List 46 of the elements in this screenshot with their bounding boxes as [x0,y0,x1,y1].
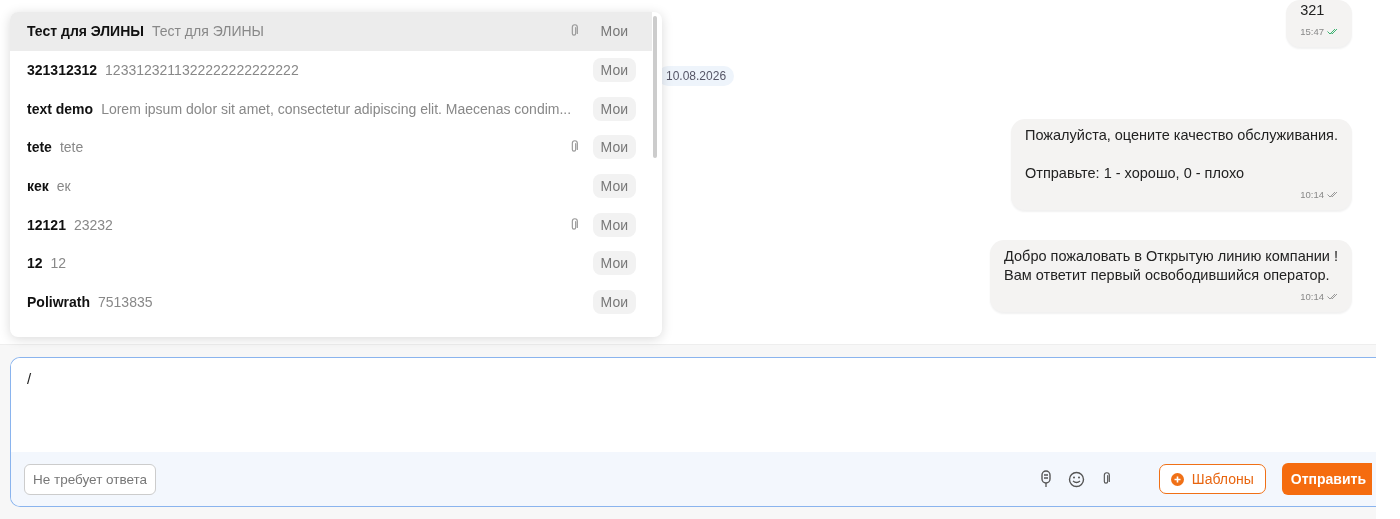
template-title: 12 [27,255,43,272]
template-text: 7513835 [98,294,154,311]
template-text: Тест для ЭЛИНЫ [151,23,265,40]
template-text: 1233123211322222222222222 [105,62,300,79]
template-title: Тест для ЭЛИНЫ [27,23,144,40]
template-title: 12121 [27,216,66,233]
template-tag: Мои [592,174,636,199]
no-reply-button[interactable]: Не требует ответа [24,463,157,495]
message-composer[interactable]: / Не требует ответа Шаблоны Отправить [10,357,1376,507]
microphone-icon[interactable] [1039,470,1052,488]
template-item[interactable]: 12 12 Мои [10,244,652,283]
template-item[interactable]: 321312312 1233123211322222222222222 Мои [10,50,652,90]
template-text: tete [59,139,85,156]
message-time: 10:14 [1300,188,1324,202]
template-tag: Мои [592,96,636,121]
template-tag: Мои [592,135,636,160]
template-text: Lorem ipsum dolor sit amet, consectetur adipiscing elit. Maecenas condim... [101,100,573,117]
message-time: 15:47 [1300,25,1324,39]
message-text: Вам ответит первый освободившийся оператор. [1004,266,1331,285]
template-title: кек [27,178,49,195]
template-item[interactable]: кек ек Мои [10,166,652,206]
template-title: Poliwrath [27,294,90,311]
template-item[interactable]: Poliwrath 7513835 Мои [10,282,652,322]
template-tag: Мои [592,212,636,237]
message-time: 10:14 [1300,290,1324,304]
template-text: ек [56,178,72,195]
template-item[interactable]: 12121 23232 Мои [10,205,652,245]
scrollbar[interactable] [653,16,657,158]
template-text: 12 [50,255,68,272]
plus-circle-icon [1170,472,1184,486]
message-text: 321 [1300,1,1326,20]
template-item[interactable]: text demo Lorem ipsum dolor sit amet, consectetur adipiscing elit. Maecenas condim... Мои [10,89,652,129]
message-text: Добро пожаловать в Открытую линию компании ! [1004,247,1338,266]
message-text: Отправьте: 1 - хорошо, 0 - плохо [1025,164,1246,183]
template-tag: Мои [592,290,636,315]
template-item[interactable]: tete tete Мои [10,128,652,167]
template-item[interactable]: Тест для ЭЛИНЫ Тест для ЭЛИНЫ Мои [10,12,652,51]
template-title: tete [27,139,52,156]
template-title: 321312312 [27,62,98,79]
message-text: Пожалуйста, оцените качество обслуживания. [1025,126,1338,145]
smiley-icon[interactable] [1067,470,1085,488]
template-text: 23232 [73,216,114,233]
template-tag: Мои [592,58,636,83]
template-title: text demo [27,100,94,117]
template-tag: Мои [592,251,636,276]
template-tag: Мои [592,19,636,44]
